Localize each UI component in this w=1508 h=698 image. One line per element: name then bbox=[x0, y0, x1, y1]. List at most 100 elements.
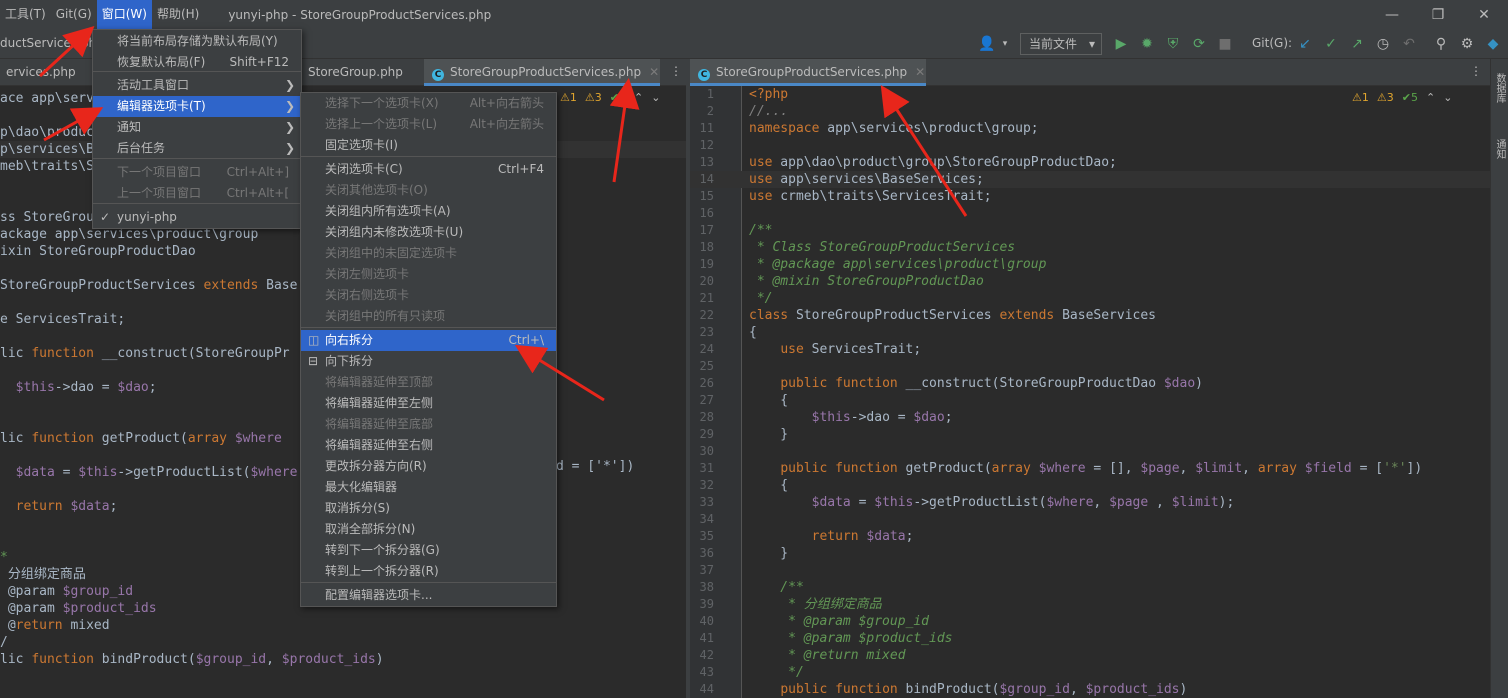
tabs-submenu-item[interactable]: 固定选项卡(I) bbox=[301, 135, 556, 156]
background-tasks-item[interactable]: 后台任务 ❯ bbox=[93, 138, 301, 159]
git-push-icon[interactable]: ↗ bbox=[1348, 35, 1366, 53]
more-tabs-icon[interactable]: ⋮ bbox=[670, 64, 682, 78]
tabs-submenu-item[interactable]: 选择上一个选项卡(L) Alt+向左箭头 bbox=[301, 114, 556, 135]
notifications-item[interactable]: 通知 ❯ bbox=[93, 117, 301, 138]
tab-left-services[interactable]: ervices.php bbox=[0, 59, 82, 86]
debug-icon[interactable]: ✹ bbox=[1138, 35, 1156, 53]
rollback-icon[interactable]: ↶ bbox=[1400, 35, 1418, 53]
line-number: 21 bbox=[699, 291, 714, 305]
minimize-button[interactable]: — bbox=[1374, 0, 1410, 29]
tabs-submenu-item[interactable]: 配置编辑器选项卡... bbox=[301, 585, 556, 606]
tab-storegroupproductservices-right[interactable]: C StoreGroupProductServices.php ✕ bbox=[690, 59, 926, 86]
code-line: */ bbox=[749, 665, 804, 680]
code-line: @param $product_ids bbox=[0, 601, 157, 616]
tabs-submenu-item[interactable]: 取消拆分(S) bbox=[301, 498, 556, 519]
tab-storegroupproductservices-left[interactable]: C StoreGroupProductServices.php ✕ bbox=[424, 59, 660, 86]
tabs-submenu-item[interactable]: 选择下一个选项卡(X) Alt+向右箭头 bbox=[301, 93, 556, 114]
tabs-submenu-item[interactable]: 更改拆分器方向(R) bbox=[301, 456, 556, 477]
gear-icon[interactable]: ⚙ bbox=[1458, 35, 1476, 53]
profile-icon[interactable]: ⟳ bbox=[1190, 35, 1208, 53]
chevron-down-icon[interactable]: ⌄ bbox=[651, 91, 660, 104]
menu-git[interactable]: Git(G) bbox=[51, 0, 97, 29]
stop-icon[interactable]: ■ bbox=[1216, 35, 1234, 53]
chevron-down-icon: ▾ bbox=[1088, 37, 1095, 51]
menu-item-label: 固定选项卡(I) bbox=[325, 138, 398, 152]
tabs-submenu-item[interactable]: 取消全部拆分(N) bbox=[301, 519, 556, 540]
line-number: 14 bbox=[699, 172, 714, 186]
notifications-tool-button[interactable]: 通知 bbox=[1493, 139, 1507, 159]
menu-help[interactable]: 帮助(H) bbox=[152, 0, 204, 29]
code-line: * 分组绑定商品 bbox=[749, 597, 882, 612]
tab-storegroup[interactable]: StoreGroup.php bbox=[300, 59, 411, 86]
tabs-submenu-item[interactable]: 关闭组中的所有只读项 bbox=[301, 306, 556, 327]
left-inspection-widget[interactable]: ⚠1 ⚠3 ✔5 ⌃ ⌄ bbox=[560, 91, 660, 104]
tabs-submenu-item[interactable]: 关闭右侧选项卡 bbox=[301, 285, 556, 306]
git-update-icon[interactable]: ↙ bbox=[1296, 35, 1314, 53]
close-window-button[interactable]: ✕ bbox=[1466, 0, 1502, 29]
tabs-submenu-item[interactable]: 关闭组中的未固定选项卡 bbox=[301, 243, 556, 264]
menu-item-label: 将编辑器延伸至底部 bbox=[325, 417, 434, 431]
restore-layout-item[interactable]: 恢复默认布局(F) Shift+F12 bbox=[93, 52, 301, 73]
code-line: <?php bbox=[749, 87, 789, 102]
split-right-item[interactable]: 向右拆分 Ctrl+\ ◫ bbox=[301, 330, 556, 351]
chevron-down-icon[interactable]: ⌄ bbox=[1443, 91, 1452, 104]
tabs-submenu-item[interactable]: 转到下一个拆分器(G) bbox=[301, 540, 556, 561]
tool-windows-item[interactable]: 活动工具窗口 ❯ bbox=[93, 75, 301, 96]
tabs-submenu-item[interactable]: 关闭左侧选项卡 bbox=[301, 264, 556, 285]
menu-tools[interactable]: 工具(T) bbox=[0, 0, 51, 29]
run-config-select[interactable]: 当前文件 ▾ bbox=[1020, 33, 1102, 55]
next-project-item[interactable]: 下一个项目窗口 Ctrl+Alt+] bbox=[93, 162, 301, 183]
tabs-submenu-item[interactable]: 将编辑器延伸至右侧 bbox=[301, 435, 556, 456]
code-line: } bbox=[749, 427, 789, 442]
tabs-submenu-item[interactable]: 关闭选项卡(C) Ctrl+F4 bbox=[301, 159, 556, 180]
jetbrains-icon[interactable]: ◆ bbox=[1484, 35, 1502, 53]
code-line: * @return mixed bbox=[749, 648, 906, 663]
tabs-submenu-item[interactable]: 关闭其他选项卡(O) bbox=[301, 180, 556, 201]
right-inspection-widget[interactable]: ⚠1 ⚠3 ✔5 ⌃ ⌄ bbox=[1352, 91, 1452, 104]
tabs-submenu-item[interactable]: 转到上一个拆分器(R) bbox=[301, 561, 556, 582]
menu-item-label: 编辑器选项卡(T) bbox=[117, 99, 206, 113]
database-tool-button[interactable]: 数据库 bbox=[1493, 73, 1507, 103]
tabs-submenu-item[interactable]: 将编辑器延伸至底部 bbox=[301, 414, 556, 435]
chevron-up-icon[interactable]: ⌃ bbox=[1426, 91, 1435, 104]
tabs-submenu-item[interactable]: 关闭组内未修改选项卡(U) bbox=[301, 222, 556, 243]
run-icon[interactable]: ▶ bbox=[1112, 35, 1130, 53]
line-number: 40 bbox=[699, 614, 714, 628]
coverage-icon[interactable]: ⛨ bbox=[1164, 35, 1182, 53]
tabs-submenu-item[interactable]: 将编辑器延伸至顶部 bbox=[301, 372, 556, 393]
code-line: * Class StoreGroupProductServices bbox=[749, 240, 1016, 255]
right-editor[interactable]: 1 <?php 2 //... 11 namespace app\services\pro… bbox=[690, 86, 1490, 698]
split-down-item[interactable]: 向下拆分 ⊟ bbox=[301, 351, 556, 372]
menu-item-label: 取消拆分(S) bbox=[325, 501, 390, 515]
line-number: 43 bbox=[699, 665, 714, 679]
history-icon[interactable]: ◷ bbox=[1374, 35, 1392, 53]
close-icon[interactable]: ✕ bbox=[649, 65, 659, 79]
close-icon[interactable]: ✕ bbox=[915, 65, 925, 79]
line-number: 12 bbox=[699, 138, 714, 152]
breadcrumb-file[interactable]: ductServices.php bbox=[0, 36, 104, 50]
maximize-button[interactable]: ❐ bbox=[1420, 0, 1456, 29]
split-vertical-icon: ◫ bbox=[308, 333, 320, 347]
git-commit-icon[interactable]: ✓ bbox=[1322, 35, 1340, 53]
tabs-submenu-item[interactable]: 最大化编辑器 bbox=[301, 477, 556, 498]
tabs-submenu-item[interactable]: 关闭组内所有选项卡(A) bbox=[301, 201, 556, 222]
more-tabs-icon[interactable]: ⋮ bbox=[1470, 64, 1482, 78]
user-icon[interactable]: 👤 bbox=[978, 35, 996, 53]
menu-item-label: 将当前布局存储为默认布局(Y) bbox=[117, 34, 278, 48]
save-layout-item[interactable]: 将当前布局存储为默认布局(Y) bbox=[93, 31, 301, 52]
line-number: 11 bbox=[699, 121, 714, 135]
code-line: e ServicesTrait; bbox=[0, 312, 126, 327]
menu-item-label: 将编辑器延伸至左侧 bbox=[325, 396, 434, 410]
tabs-submenu-item[interactable]: 将编辑器延伸至左侧 bbox=[301, 393, 556, 414]
line-number: 31 bbox=[699, 461, 714, 475]
search-icon[interactable]: ⚲ bbox=[1432, 35, 1450, 53]
line-number: 19 bbox=[699, 257, 714, 271]
tab-label: ervices.php bbox=[6, 65, 76, 79]
project-yunyi-item[interactable]: yunyi-php ✓ bbox=[93, 207, 301, 228]
menu-window[interactable]: 窗口(W) bbox=[96, 0, 152, 29]
editor-tabs-item[interactable]: 编辑器选项卡(T) ❯ bbox=[93, 96, 301, 117]
code-line: * @mixin StoreGroupProductDao bbox=[749, 274, 984, 289]
menu-item-label: 选择下一个选项卡(X) bbox=[325, 96, 439, 110]
prev-project-item[interactable]: 上一个项目窗口 Ctrl+Alt+[ bbox=[93, 183, 301, 204]
chevron-up-icon[interactable]: ⌃ bbox=[634, 91, 643, 104]
